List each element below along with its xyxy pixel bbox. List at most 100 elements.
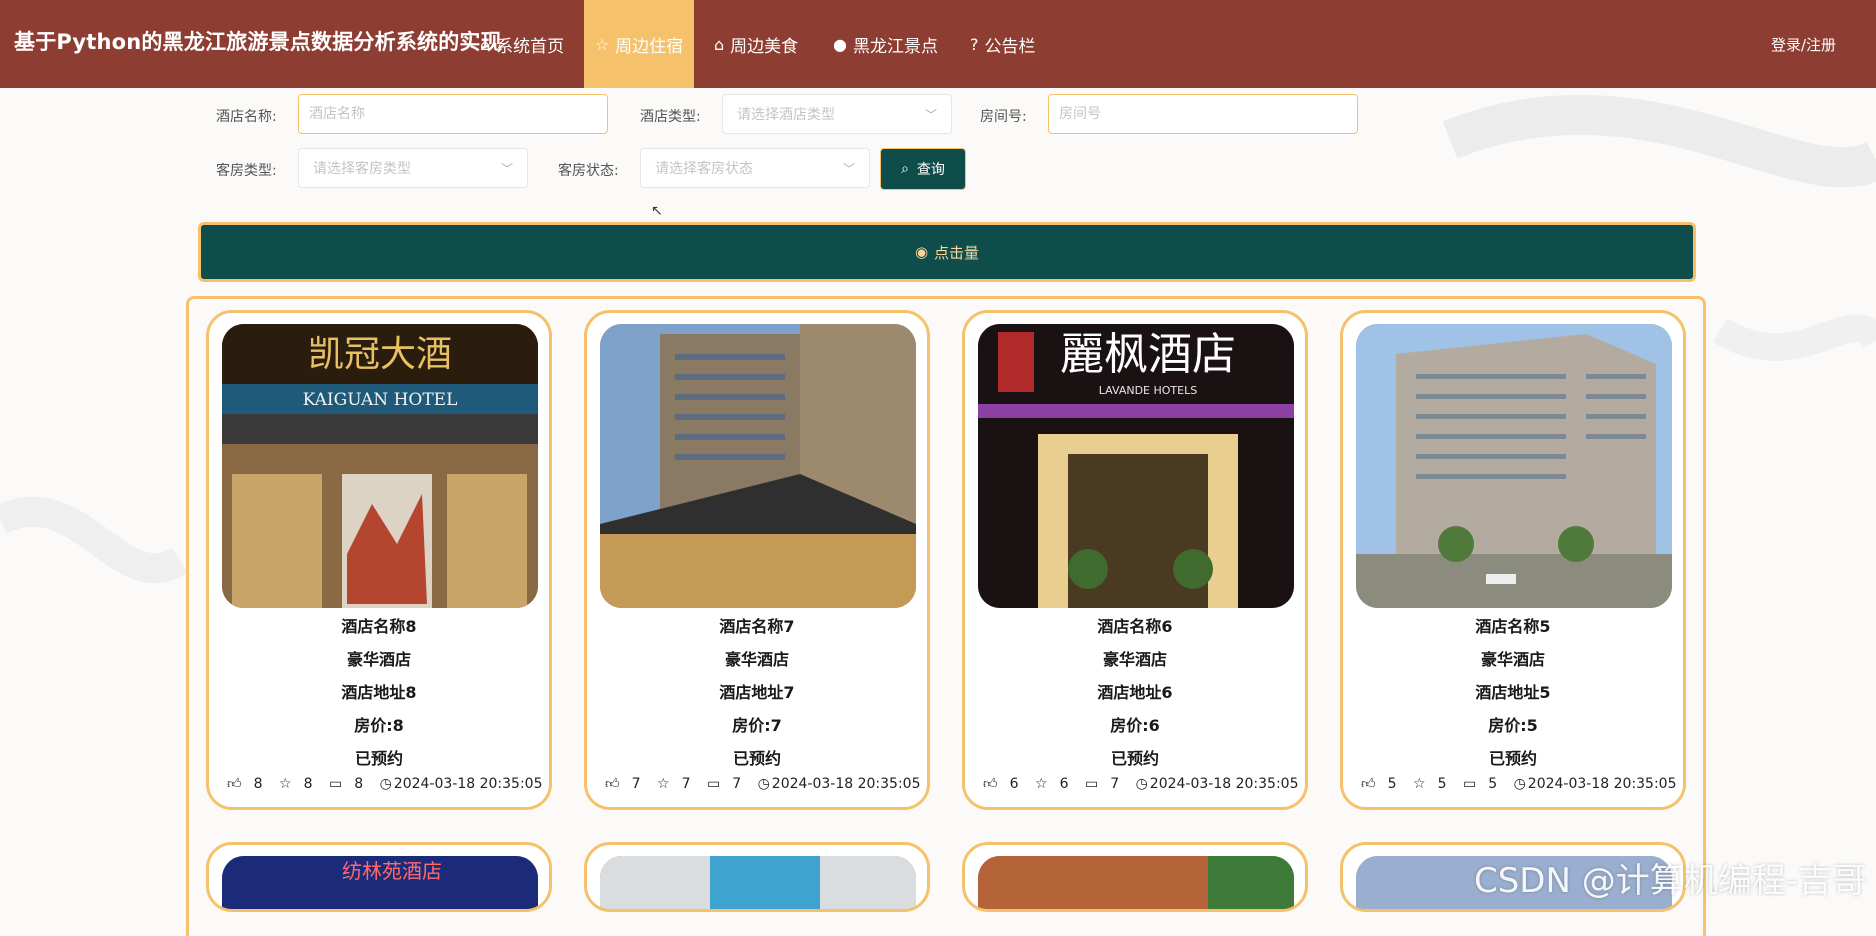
nav-label: 公告栏: [984, 36, 1036, 57]
hotel-photo: [600, 856, 916, 909]
hotel-type: 豪华酒店: [1480, 650, 1545, 669]
home-icon: ⌂: [480, 34, 491, 54]
hotel-photo: [600, 324, 916, 608]
nav-bulletin[interactable]: ? 公告栏: [970, 0, 1036, 88]
star-icon: ☆: [1413, 776, 1426, 792]
clock-icon: ◷: [1513, 776, 1526, 792]
hotel-stats: 👍︎ 7 ☆ 7 ▭ 7 ◷ 2024-03-18 20:35:05: [605, 775, 927, 792]
comment-icon: ▭: [1462, 776, 1477, 792]
hotel-card[interactable]: [584, 842, 930, 912]
hotel-price: 房价:8: [354, 716, 404, 735]
question-icon: ?: [970, 34, 979, 54]
hotel-card[interactable]: 纺林苑酒店: [206, 842, 552, 912]
hotel-photo: 凯冠大酒 KAIGUAN HOTEL: [222, 324, 538, 608]
app-title: 基于Python的黑龙江旅游景点数据分析系统的实现: [14, 30, 502, 54]
publish-time: 2024-03-18 20:35:05: [393, 776, 543, 792]
chevron-down-icon: ﹀: [924, 107, 937, 122]
hotel-card[interactable]: 麗枫酒店 LAVANDE HOTELS 酒店名称6 豪华酒店 酒店地址6 房价:…: [962, 310, 1308, 810]
hotel-type-placeholder: 请选择酒店类型: [737, 107, 835, 123]
csdn-watermark: CSDN @计算机编程-吉哥: [1473, 861, 1866, 901]
hotel-type: 豪华酒店: [1102, 650, 1167, 669]
hotel-address: 酒店地址6: [1097, 683, 1173, 702]
like-icon: 👍︎: [1361, 776, 1376, 792]
like-count: 6: [1009, 776, 1019, 792]
query-button[interactable]: ⌕ 查询: [880, 148, 966, 190]
comment-count: 7: [1110, 776, 1120, 792]
room-type-select[interactable]: 请选择客房类型 ﹀: [298, 148, 528, 188]
hotel-stats: 👍︎ 5 ☆ 5 ▭ 5 ◷ 2024-03-18 20:35:05: [1361, 775, 1683, 792]
publish-time: 2024-03-18 20:35:05: [771, 776, 921, 792]
comment-count: 8: [354, 776, 364, 792]
nav-label: 黑龙江景点: [852, 36, 938, 57]
like-icon: 👍︎: [983, 776, 998, 792]
comment-count: 5: [1488, 776, 1498, 792]
comment-icon: ▭: [706, 776, 721, 792]
hotel-sign-text: 凯冠大酒: [308, 334, 452, 375]
top-navbar: 基于Python的黑龙江旅游景点数据分析系统的实现 ⌂ 系统首页 ☆ 周边住宿 …: [0, 0, 1876, 88]
nav-label: 周边美食: [730, 36, 799, 57]
mouse-cursor-icon: ↖: [651, 203, 663, 219]
hotel-card[interactable]: 酒店名称7 豪华酒店 酒店地址7 房价:7 已预约 👍︎ 7 ☆ 7 ▭ 7 ◷ 202…: [584, 310, 930, 810]
like-count: 5: [1387, 776, 1397, 792]
room-status-placeholder: 请选择客房状态: [655, 161, 753, 177]
star-icon: ☆: [279, 776, 292, 792]
nav-scenic-spots[interactable]: ● 黑龙江景点: [833, 0, 938, 88]
star-icon: ☆: [657, 776, 670, 792]
reservation-status: 已预约: [1488, 749, 1537, 768]
hotel-name: 酒店名称8: [341, 617, 417, 636]
bag-icon: ⌂: [714, 34, 725, 54]
hotel-card[interactable]: [962, 842, 1308, 912]
hotel-stats: 👍︎ 8 ☆ 8 ▭ 8 ◷ 2024-03-18 20:35:05: [227, 775, 549, 792]
favorite-count: 8: [303, 776, 313, 792]
nav-label: 系统首页: [496, 36, 565, 57]
reservation-status: 已预约: [732, 749, 781, 768]
room-type-label: 客房类型:: [216, 163, 277, 179]
room-number-label: 房间号:: [980, 109, 1027, 125]
comment-icon: ▭: [328, 776, 343, 792]
clock-icon: ◷: [757, 776, 770, 792]
hotel-name-input[interactable]: [298, 94, 608, 134]
like-count: 7: [631, 776, 641, 792]
hotel-name: 酒店名称5: [1475, 617, 1551, 636]
hotel-type: 豪华酒店: [346, 650, 411, 669]
room-type-placeholder: 请选择客房类型: [313, 161, 411, 177]
info-icon: ●: [833, 34, 847, 54]
nav-home[interactable]: ⌂ 系统首页: [480, 0, 564, 88]
hotel-price: 房价:6: [1110, 716, 1160, 735]
hotel-price: 房价:7: [732, 716, 782, 735]
star-icon: ☆: [594, 34, 610, 54]
sort-by-clicks-button[interactable]: ◉ 点击量: [198, 222, 1696, 282]
hotel-card[interactable]: 酒店名称5 豪华酒店 酒店地址5 房价:5 已预约 👍︎ 5 ☆ 5 ▭ 5 ◷ 202…: [1340, 310, 1686, 810]
like-icon: 👍︎: [227, 776, 242, 792]
login-register-link[interactable]: 登录/注册: [1771, 34, 1836, 55]
like-count: 8: [253, 776, 263, 792]
hotel-photo: [978, 856, 1294, 909]
eye-icon: ◉: [914, 243, 929, 261]
chevron-down-icon: ﹀: [842, 161, 855, 176]
hotel-card[interactable]: 凯冠大酒 KAIGUAN HOTEL 酒店名称8 豪华酒店 酒店地址8 房价:8…: [206, 310, 552, 810]
star-icon: ☆: [1035, 776, 1048, 792]
search-icon: ⌕: [901, 161, 909, 177]
favorite-count: 5: [1437, 776, 1447, 792]
favorite-count: 7: [681, 776, 691, 792]
hotel-type-label: 酒店类型:: [640, 109, 701, 125]
hotel-address: 酒店地址7: [719, 683, 795, 702]
hotel-type-select[interactable]: 请选择酒店类型 ﹀: [722, 94, 952, 134]
room-number-input[interactable]: [1048, 94, 1358, 134]
hotel-sign-subtext: KAIGUAN HOTEL: [303, 390, 458, 410]
publish-time: 2024-03-18 20:35:05: [1149, 776, 1299, 792]
comment-icon: ▭: [1084, 776, 1099, 792]
hotel-photo: 纺林苑酒店: [222, 856, 538, 909]
reservation-status: 已预约: [1110, 749, 1159, 768]
hotel-name: 酒店名称6: [1097, 617, 1173, 636]
clock-icon: ◷: [379, 776, 392, 792]
reservation-status: 已预约: [354, 749, 403, 768]
nav-nearby-food[interactable]: ⌂ 周边美食: [714, 0, 798, 88]
nav-nearby-lodging[interactable]: ☆ 周边住宿: [584, 0, 694, 88]
hotel-sign-text: 麗枫酒店: [1060, 329, 1236, 380]
room-status-select[interactable]: 请选择客房状态 ﹀: [640, 148, 870, 188]
hotel-type: 豪华酒店: [724, 650, 789, 669]
favorite-count: 6: [1059, 776, 1069, 792]
sort-by-clicks-label: 点击量: [934, 243, 980, 262]
nav-label: 周边住宿: [615, 36, 684, 57]
